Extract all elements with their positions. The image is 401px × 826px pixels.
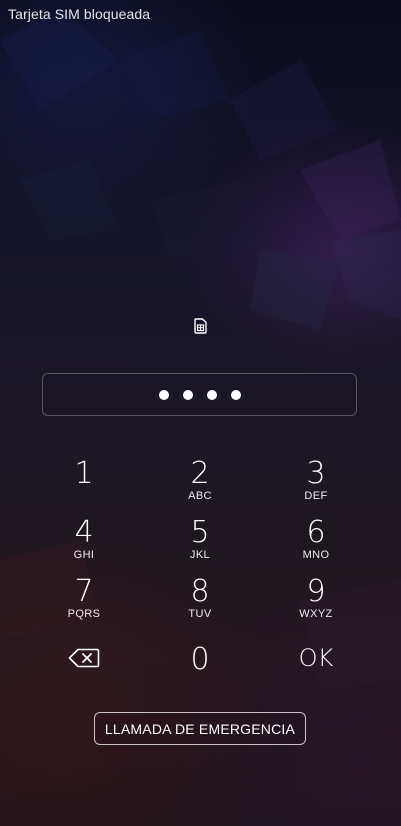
pin-dot (158, 389, 169, 400)
key-digit: 3 (306, 456, 326, 491)
key-6[interactable]: 6 MNO (276, 517, 356, 573)
key-letters: WXYZ (299, 608, 333, 620)
key-digit: 1 (74, 456, 94, 491)
pin-dot (182, 389, 193, 400)
key-digit: 4 (74, 515, 94, 550)
key-letters: JKL (189, 549, 211, 561)
key-letters: ABC (188, 490, 212, 502)
key-letters: DEF (304, 490, 328, 502)
key-3[interactable]: 3 DEF (276, 458, 356, 514)
key-5[interactable]: 5 JKL (160, 517, 240, 573)
key-digit: 7 (74, 574, 94, 609)
key-letters: TUV (188, 608, 212, 620)
backspace-icon (68, 648, 100, 668)
key-digit: 5 (190, 515, 210, 550)
key-7[interactable]: 7 PQRS (44, 576, 124, 632)
key-digit: 2 (190, 456, 210, 491)
key-2[interactable]: 2 ABC (160, 458, 240, 514)
key-9[interactable]: 9 WXYZ (276, 576, 356, 632)
key-digit: 8 (190, 574, 210, 609)
key-letters: MNO (302, 549, 330, 561)
key-digit: 9 (306, 574, 326, 609)
backspace-button[interactable] (44, 642, 124, 698)
key-digit: 0 (190, 642, 210, 677)
pin-entry-field[interactable] (42, 373, 357, 416)
pin-dot (230, 389, 241, 400)
ok-button[interactable]: OK (276, 642, 356, 698)
key-letters: PQRS (67, 608, 101, 620)
key-8[interactable]: 8 TUV (160, 576, 240, 632)
ok-label: OK (298, 644, 334, 672)
pin-dot (206, 389, 217, 400)
sim-status-text: Tarjeta SIM bloqueada (8, 6, 151, 22)
key-4[interactable]: 4 GHI (44, 517, 124, 573)
key-0[interactable]: 0 (160, 644, 240, 700)
emergency-call-button[interactable]: LLAMADA DE EMERGENCIA (94, 712, 306, 745)
key-1[interactable]: 1 (44, 458, 124, 514)
key-digit: 6 (306, 515, 326, 550)
key-letters: GHI (73, 549, 95, 561)
sim-card-icon (194, 318, 207, 334)
